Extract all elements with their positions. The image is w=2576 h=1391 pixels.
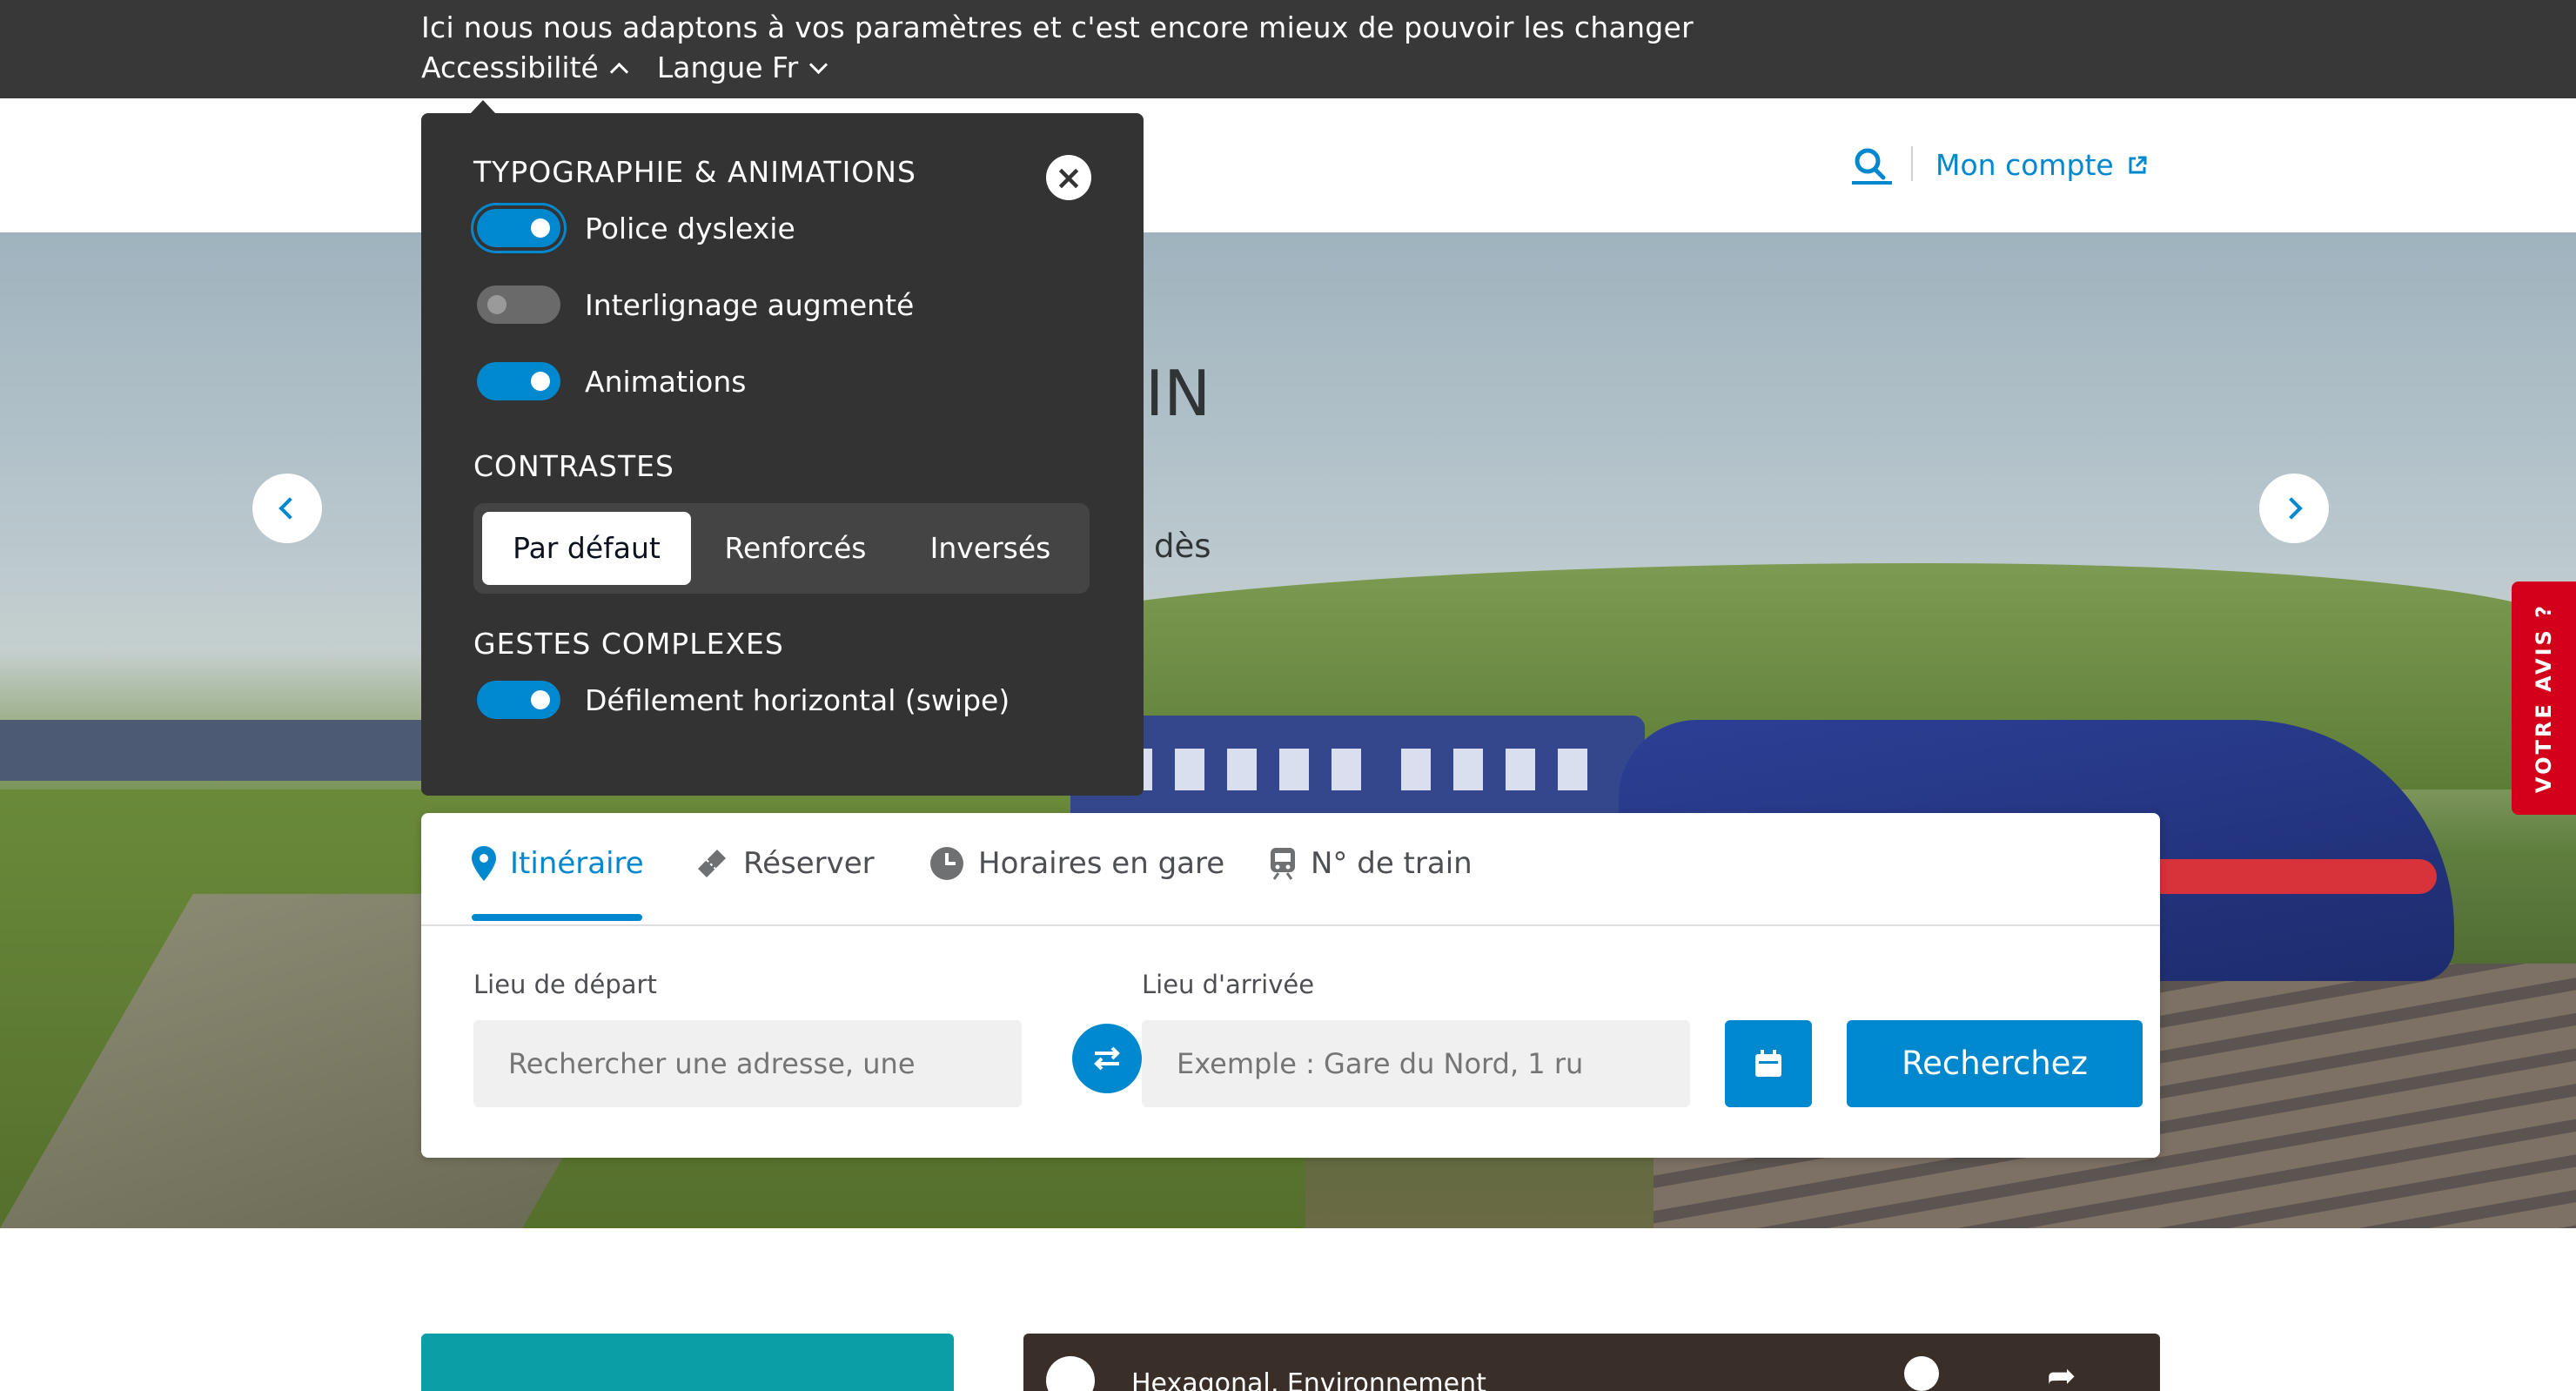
contrast-reinforced-button[interactable]: Renforcés bbox=[700, 512, 891, 585]
toggle-row-swipe: Défilement horizontal (swipe) bbox=[477, 681, 1010, 719]
animations-label: Animations bbox=[585, 364, 747, 399]
promo-card[interactable] bbox=[421, 1334, 954, 1391]
close-icon[interactable]: × bbox=[1046, 155, 1091, 200]
contrast-default-button[interactable]: Par défaut bbox=[482, 512, 691, 585]
swipe-toggle[interactable] bbox=[477, 681, 560, 719]
feedback-tab[interactable]: VOTRE AVIS ? bbox=[2512, 581, 2576, 815]
accessibility-label: Accessibilité bbox=[421, 50, 599, 84]
dyslexia-font-toggle[interactable] bbox=[477, 209, 560, 247]
line-spacing-toggle[interactable] bbox=[477, 286, 560, 324]
typography-heading: TYPOGRAPHIE & ANIMATIONS bbox=[473, 155, 916, 189]
account-label: Mon compte bbox=[1935, 148, 2114, 182]
toggle-row-line-spacing: Interlignage augmenté bbox=[477, 286, 914, 324]
clock-icon bbox=[930, 847, 963, 880]
map-pin-icon bbox=[472, 846, 496, 881]
accessibility-panel: TYPOGRAPHIE & ANIMATIONS × Police dyslex… bbox=[421, 113, 1144, 796]
departure-input[interactable] bbox=[473, 1020, 1022, 1107]
tab-train-number-label: N° de train bbox=[1311, 846, 1472, 881]
tab-train-number[interactable]: N° de train bbox=[1269, 846, 1472, 881]
feedback-label: VOTRE AVIS ? bbox=[2532, 602, 2557, 794]
channel-logo bbox=[1046, 1356, 1095, 1391]
accessibility-message: Ici nous nous adaptons à vos paramètres … bbox=[421, 10, 1694, 44]
accessibility-bar: Ici nous nous adaptons à vos paramètres … bbox=[0, 0, 2576, 98]
dyslexia-font-label: Police dyslexie bbox=[585, 211, 795, 245]
contrast-inverted-button[interactable]: Inversés bbox=[900, 512, 1081, 585]
chevron-up-icon bbox=[609, 62, 628, 82]
swap-button[interactable] bbox=[1072, 1024, 1142, 1093]
share-icon[interactable]: ➦ bbox=[2047, 1356, 2076, 1391]
line-spacing-label: Interlignage augmenté bbox=[585, 287, 915, 322]
departure-label: Lieu de départ bbox=[473, 970, 657, 999]
tab-station-schedules-label: Horaires en gare bbox=[978, 846, 1225, 881]
active-tab-indicator bbox=[472, 914, 642, 921]
booking-tabs: Itinéraire Réserver Horaires en gare N° … bbox=[421, 813, 2160, 926]
accessibility-menu-toggle[interactable]: Accessibilité bbox=[421, 50, 628, 84]
topbar-links: Accessibilité Langue Fr bbox=[421, 50, 828, 84]
language-menu-toggle[interactable]: Langue Fr bbox=[656, 50, 828, 84]
booking-widget: Itinéraire Réserver Horaires en gare N° … bbox=[421, 813, 2160, 1158]
video-title: Hexagonal, Environnement bbox=[1131, 1368, 1486, 1391]
search-button[interactable]: Recherchez bbox=[1847, 1020, 2143, 1107]
carousel-prev-button[interactable] bbox=[252, 474, 322, 543]
contrast-heading: CONTRASTES bbox=[473, 449, 674, 483]
tab-reserve-label: Réserver bbox=[743, 846, 875, 881]
date-picker-button[interactable] bbox=[1725, 1020, 1812, 1107]
account-link[interactable]: Mon compte bbox=[1935, 148, 2147, 182]
gestures-heading: GESTES COMPLEXES bbox=[473, 627, 784, 661]
animations-toggle[interactable] bbox=[477, 362, 560, 400]
tab-reserve[interactable]: Réserver bbox=[694, 846, 875, 881]
panel-caret bbox=[470, 100, 496, 114]
hero-far-train bbox=[0, 720, 453, 781]
header-divider bbox=[1911, 146, 1913, 181]
language-label: Langue Fr bbox=[656, 50, 799, 84]
ticket-icon bbox=[698, 850, 726, 877]
site-header bbox=[0, 98, 2576, 232]
toggle-row-animations: Animations bbox=[477, 362, 746, 400]
hero-title: IN bbox=[1145, 357, 1211, 430]
calendar-icon bbox=[1755, 1050, 1781, 1077]
chevron-right-icon bbox=[2280, 497, 2303, 520]
swap-arrows-icon bbox=[1094, 1046, 1120, 1071]
chevron-down-icon bbox=[809, 55, 828, 75]
tab-itinerary[interactable]: Itinéraire bbox=[472, 846, 644, 881]
carousel-next-button[interactable] bbox=[2259, 474, 2329, 543]
search-underline bbox=[1852, 181, 1892, 185]
watch-later-icon[interactable] bbox=[1904, 1356, 1939, 1391]
arrival-label: Lieu d'arrivée bbox=[1142, 970, 1315, 999]
contrast-selector: Par défaut Renforcés Inversés bbox=[473, 503, 1090, 594]
external-link-icon bbox=[2129, 156, 2147, 173]
tab-station-schedules[interactable]: Horaires en gare bbox=[929, 846, 1224, 881]
video-player[interactable]: Hexagonal, Environnement ➦ bbox=[1023, 1334, 2160, 1391]
train-icon bbox=[1271, 848, 1295, 880]
arrival-input[interactable] bbox=[1142, 1020, 1690, 1107]
toggle-row-dyslexia: Police dyslexie bbox=[477, 209, 795, 247]
tab-itinerary-label: Itinéraire bbox=[510, 846, 644, 881]
hero-subtitle: dès bbox=[1154, 528, 1211, 565]
swipe-label: Défilement horizontal (swipe) bbox=[585, 682, 1010, 717]
chevron-left-icon bbox=[278, 497, 301, 520]
